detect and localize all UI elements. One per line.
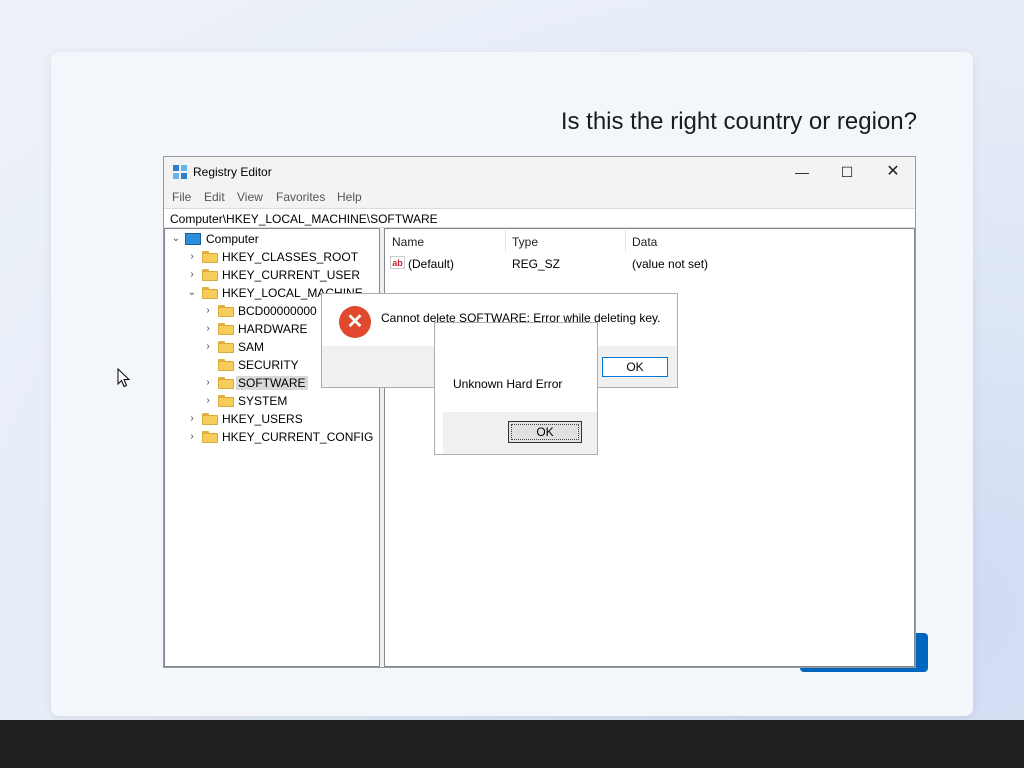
- column-header-type[interactable]: Type: [512, 235, 538, 249]
- folder-icon: [218, 323, 234, 335]
- menu-bar: File Edit View Favorites Help: [164, 187, 915, 207]
- folder-icon: [218, 305, 234, 317]
- folder-icon: [202, 287, 218, 299]
- error-x-icon: ✕: [339, 306, 371, 338]
- registry-editor-icon: [173, 165, 187, 179]
- chevron-right-icon[interactable]: ›: [187, 413, 197, 425]
- chevron-right-icon[interactable]: ›: [187, 269, 197, 281]
- tree-label: SECURITY: [238, 358, 299, 372]
- minimize-icon[interactable]: —: [779, 157, 825, 187]
- close-icon[interactable]: ✕: [870, 157, 916, 187]
- mouse-pointer-icon: [117, 368, 131, 388]
- chevron-down-icon[interactable]: ⌄: [187, 287, 197, 299]
- title-bar[interactable]: Registry Editor — ☐ ✕: [164, 157, 915, 187]
- column-header-data[interactable]: Data: [632, 235, 657, 249]
- chevron-right-icon[interactable]: ›: [203, 395, 213, 407]
- address-path: Computer\HKEY_LOCAL_MACHINE\SOFTWARE: [170, 212, 438, 226]
- oobe-page-title: Is this the right country or region?: [560, 108, 917, 135]
- tree-label: SYSTEM: [238, 394, 288, 408]
- string-value-icon: ab: [390, 256, 405, 269]
- tree-label: HKEY_CURRENT_USER: [222, 268, 361, 282]
- tree-label: HKEY_USERS: [222, 412, 303, 426]
- menu-edit[interactable]: Edit: [204, 190, 225, 204]
- folder-icon: [218, 395, 234, 407]
- chevron-down-icon[interactable]: ⌄: [171, 233, 181, 245]
- tree-label: Computer: [206, 232, 259, 246]
- column-separator[interactable]: [505, 230, 506, 252]
- computer-icon: [185, 233, 201, 245]
- chevron-right-icon[interactable]: ›: [187, 431, 197, 443]
- tree-label: SAM: [238, 340, 265, 354]
- menu-favorites[interactable]: Favorites: [276, 190, 325, 204]
- maximize-icon[interactable]: ☐: [824, 157, 870, 187]
- chevron-right-icon[interactable]: ›: [203, 305, 213, 317]
- tree-label: HKEY_CURRENT_CONFIG: [222, 430, 374, 444]
- hard-error-message: Unknown Hard Error: [453, 377, 563, 391]
- folder-icon: [202, 413, 218, 425]
- tree-label: HARDWARE: [238, 322, 308, 336]
- chevron-right-icon[interactable]: ›: [203, 323, 213, 335]
- folder-icon: [202, 251, 218, 263]
- tree-label: BCD00000000: [238, 304, 317, 318]
- column-header-name[interactable]: Name: [392, 235, 424, 249]
- menu-help[interactable]: Help: [337, 190, 362, 204]
- chevron-right-icon[interactable]: ›: [187, 251, 197, 263]
- hard-error-dialog: Unknown Hard Error OK: [434, 322, 598, 455]
- chevron-right-icon[interactable]: ›: [203, 377, 213, 389]
- column-separator[interactable]: [625, 230, 626, 252]
- desktop-background: Is this the right country or region? Reg…: [0, 0, 1024, 720]
- tree-label-selected: SOFTWARE: [236, 376, 308, 390]
- folder-icon: [218, 377, 234, 389]
- ok-button[interactable]: OK: [602, 357, 668, 377]
- folder-icon: [218, 359, 234, 371]
- menu-file[interactable]: File: [172, 190, 191, 204]
- ok-button[interactable]: OK: [508, 421, 582, 443]
- taskbar: [0, 720, 1024, 768]
- folder-icon: [202, 269, 218, 281]
- address-bar[interactable]: Computer\HKEY_LOCAL_MACHINE\SOFTWARE: [164, 208, 915, 228]
- menu-view[interactable]: View: [237, 190, 263, 204]
- folder-icon: [202, 431, 218, 443]
- value-data: (value not set): [632, 257, 709, 271]
- tree-label: HKEY_CLASSES_ROOT: [222, 250, 359, 264]
- chevron-right-icon[interactable]: ›: [203, 341, 213, 353]
- value-name: (Default): [408, 257, 455, 271]
- window-title: Registry Editor: [193, 165, 272, 179]
- value-type: REG_SZ: [512, 257, 561, 271]
- folder-icon: [218, 341, 234, 353]
